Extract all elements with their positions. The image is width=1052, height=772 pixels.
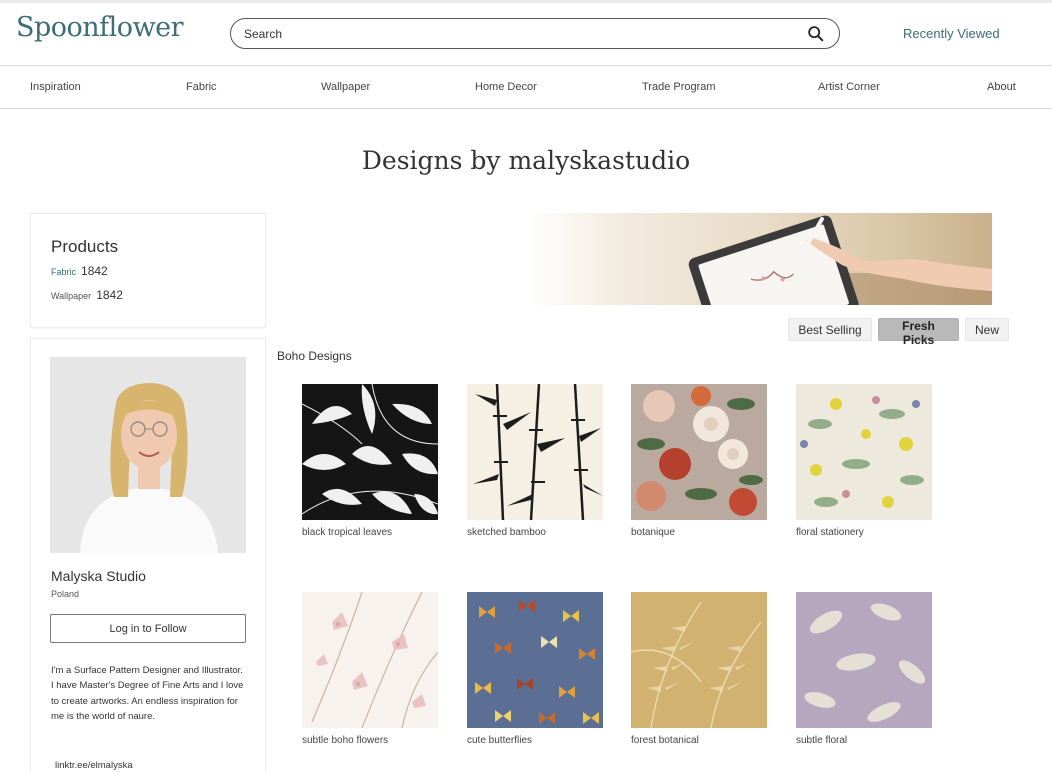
design-thumbnail[interactable] [302,384,438,520]
nav-item-artist-corner[interactable]: Artist Corner [818,81,880,93]
products-row-wallpaper[interactable]: Wallpaper 1842 [51,288,123,302]
products-row-count: 1842 [96,288,123,302]
avatar [50,357,246,553]
search-bar[interactable] [230,18,840,49]
nav-item-trade-program[interactable]: Trade Program [642,81,716,93]
sort-fresh-picks[interactable]: Fresh Picks [878,318,959,347]
spoonflower-logo[interactable]: Spoonflower [16,12,184,43]
design-thumbnail[interactable] [302,592,438,728]
sort-new[interactable]: New [965,318,1009,341]
design-thumbnail[interactable] [631,592,767,728]
design-title[interactable]: botanique [631,527,767,538]
design-thumbnail[interactable] [467,384,603,520]
profile-country: Poland [51,589,80,599]
design-tile[interactable]: subtle boho flowers [302,592,438,746]
products-row-label[interactable]: Wallpaper [51,291,91,301]
design-thumbnail[interactable] [631,384,767,520]
design-title[interactable]: floral stationery [796,527,932,538]
nav-item-wallpaper[interactable]: Wallpaper [321,81,370,93]
profile-card: Malyska Studio Poland Log in to Follow I… [30,338,266,772]
design-title[interactable]: cute butterflies [467,735,603,746]
design-tile[interactable]: sketched bamboo [467,384,603,538]
profile-banner [530,213,992,305]
follow-button[interactable]: Log in to Follow [50,614,246,643]
page-title: Designs by malyskastudio [361,146,691,175]
design-thumbnail[interactable] [796,384,932,520]
profile-bio: I'm a Surface Pattern Designer and Illus… [51,665,244,722]
top-border [0,0,1052,3]
products-card: Products Fabric 1842 Wallpaper 1842 [30,213,266,328]
main-nav: Inspiration Fabric Wallpaper Home Decor … [0,65,1052,109]
design-title[interactable]: sketched bamboo [467,527,603,538]
nav-item-home-decor[interactable]: Home Decor [475,81,537,93]
search-icon[interactable] [807,25,825,43]
design-tile[interactable]: botanique [631,384,767,538]
design-title[interactable]: subtle floral [796,735,932,746]
products-row-fabric[interactable]: Fabric 1842 [51,264,108,278]
design-title[interactable]: forest botanical [631,735,767,746]
recently-viewed-link[interactable]: Recently Viewed [903,26,1000,41]
design-title[interactable]: black tropical leaves [302,527,438,538]
products-row-label[interactable]: Fabric [51,267,76,277]
nav-item-inspiration[interactable]: Inspiration [30,81,81,93]
section-title: Boho Designs [277,349,352,363]
design-tile[interactable]: subtle floral [796,592,932,746]
search-input[interactable] [244,26,807,41]
design-thumbnail[interactable] [467,592,603,728]
design-title[interactable]: subtle boho flowers [302,735,438,746]
nav-item-about[interactable]: About [987,81,1016,93]
profile-name: Malyska Studio [51,568,146,584]
design-tile[interactable]: black tropical leaves [302,384,438,538]
design-thumbnail[interactable] [796,592,932,728]
sort-best-selling[interactable]: Best Selling [788,318,872,341]
products-row-count: 1842 [81,264,108,278]
design-tile[interactable]: forest botanical [631,592,767,746]
products-heading: Products [51,237,119,256]
design-tile[interactable]: floral stationery [796,384,932,538]
design-tile[interactable]: cute butterflies [467,592,603,746]
nav-item-fabric[interactable]: Fabric [186,81,217,93]
profile-link[interactable]: linktr.ee/elmalyska [55,760,133,771]
